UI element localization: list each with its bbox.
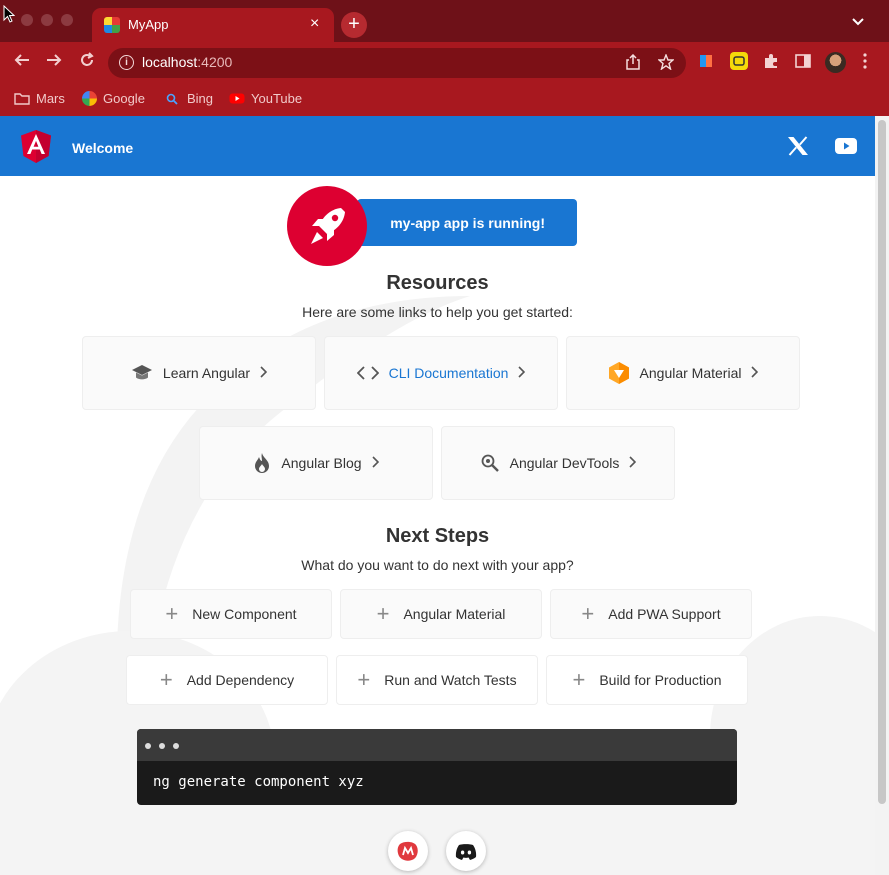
chevron-right-icon — [751, 365, 759, 381]
meetup-button[interactable] — [388, 831, 428, 871]
folder-icon — [14, 93, 30, 105]
extension-colorful-icon[interactable] — [698, 52, 716, 70]
bing-icon — [166, 93, 178, 105]
flame-icon — [255, 453, 270, 473]
step-label: New Component — [192, 606, 297, 622]
card-label: Angular Material — [639, 365, 742, 381]
terminal-dot — [173, 743, 179, 749]
step-build-production-button[interactable]: + Build for Production — [546, 655, 748, 705]
side-panel-icon[interactable] — [794, 52, 812, 70]
bookmark-bing[interactable]: Bing — [165, 91, 213, 106]
discord-icon — [455, 843, 477, 860]
extensions-puzzle-icon[interactable] — [762, 52, 780, 70]
discord-button[interactable] — [446, 831, 486, 871]
bookmark-mars[interactable]: Mars — [14, 91, 65, 106]
step-new-component-button[interactable]: + New Component — [130, 589, 332, 639]
address-url[interactable]: localhost:4200 — [142, 54, 232, 70]
rocket-badge — [287, 186, 367, 266]
step-label: Add Dependency — [186, 672, 295, 688]
google-icon — [82, 91, 97, 106]
step-label: Add PWA Support — [608, 606, 721, 622]
bookmark-star-icon[interactable] — [657, 53, 675, 74]
meetup-icon — [397, 841, 418, 861]
graduation-cap-icon — [131, 365, 152, 380]
tab-favicon-icon — [104, 17, 120, 33]
tab-title: MyApp — [128, 17, 169, 32]
next-steps-heading: Next Steps — [385, 525, 490, 547]
chevron-right-icon — [260, 365, 268, 381]
card-angular-blog[interactable]: Angular Blog — [199, 426, 433, 500]
plus-icon: + — [159, 667, 173, 692]
site-info-icon[interactable]: i — [119, 55, 134, 70]
card-label: Angular Blog — [281, 455, 362, 471]
chevron-right-icon — [629, 455, 637, 471]
forward-arrow-icon[interactable] — [45, 51, 63, 74]
app-running-banner: my-app app is running! — [357, 199, 577, 246]
browser-toolbar: i localhost:4200 — [0, 42, 889, 84]
tab-search-chevron-icon[interactable] — [851, 14, 865, 30]
youtube-icon — [229, 93, 245, 104]
terminal-command: ng generate component xyz — [153, 774, 364, 790]
bookmark-youtube[interactable]: YouTube — [229, 91, 302, 106]
step-add-dependency-button[interactable]: + Add Dependency — [126, 655, 328, 705]
card-learn-angular[interactable]: Learn Angular — [82, 336, 316, 410]
material-logo-icon — [608, 362, 629, 384]
tab-close-icon[interactable]: × — [310, 15, 319, 33]
x-twitter-icon[interactable] — [787, 136, 809, 156]
page-scrollbar-thumb[interactable] — [878, 120, 886, 804]
terminal-dot — [145, 743, 151, 749]
plus-icon: + — [572, 667, 586, 692]
card-angular-material[interactable]: Angular Material — [566, 336, 800, 410]
extension-yellow-icon[interactable] — [730, 52, 748, 70]
browser-tab-myapp[interactable]: MyApp × — [92, 8, 334, 42]
window-zoom-dot[interactable] — [61, 14, 73, 26]
step-angular-material-button[interactable]: + Angular Material — [340, 589, 542, 639]
card-label: CLI Documentation — [388, 365, 509, 381]
header-title: Welcome — [72, 140, 134, 156]
terminal-title-bar — [137, 729, 737, 761]
rocket-icon — [311, 208, 345, 244]
card-label: Learn Angular — [162, 365, 251, 381]
next-steps-subtitle: What do you want to do next with your ap… — [301, 557, 574, 573]
share-icon[interactable] — [626, 53, 640, 74]
bookmarks-bar: Mars Google Bing YouTube — [0, 84, 889, 116]
card-label: Angular DevTools — [509, 455, 620, 471]
app-toolbar: Welcome — [0, 116, 875, 176]
address-bar[interactable]: i localhost:4200 — [108, 48, 686, 78]
window-close-dot[interactable] — [21, 14, 33, 26]
plus-icon: + — [357, 667, 371, 692]
plus-icon: + — [376, 601, 390, 626]
step-label: Build for Production — [599, 672, 722, 688]
magnifier-icon — [481, 454, 499, 472]
resources-heading: Resources — [386, 272, 489, 294]
chevron-right-icon — [518, 365, 526, 381]
angular-logo-icon — [21, 130, 51, 163]
card-cli-documentation[interactable]: CLI Documentation — [324, 336, 558, 410]
step-add-pwa-support-button[interactable]: + Add PWA Support — [550, 589, 752, 639]
bookmark-google[interactable]: Google — [82, 91, 145, 106]
back-arrow-icon[interactable] — [13, 51, 31, 74]
plus-icon: + — [165, 601, 179, 626]
chevron-right-icon — [372, 455, 379, 471]
window-minimize-dot[interactable] — [41, 14, 53, 26]
browser-tab-bar: MyApp × + — [0, 0, 889, 42]
step-label: Angular Material — [403, 606, 506, 622]
youtube-icon[interactable] — [835, 138, 857, 154]
reload-icon[interactable] — [78, 51, 96, 74]
mouse-cursor-icon — [3, 5, 15, 23]
browser-menu-icon[interactable] — [862, 52, 868, 75]
code-brackets-icon — [356, 366, 379, 380]
new-tab-button[interactable]: + — [341, 12, 367, 38]
step-run-watch-tests-button[interactable]: + Run and Watch Tests — [336, 655, 538, 705]
profile-avatar[interactable] — [825, 52, 846, 73]
resources-subtitle: Here are some links to help you get star… — [302, 304, 573, 320]
terminal-window: ng generate component xyz — [137, 729, 737, 805]
plus-icon: + — [581, 601, 595, 626]
card-angular-devtools[interactable]: Angular DevTools — [441, 426, 675, 500]
step-label: Run and Watch Tests — [384, 672, 517, 688]
terminal-dot — [159, 743, 165, 749]
